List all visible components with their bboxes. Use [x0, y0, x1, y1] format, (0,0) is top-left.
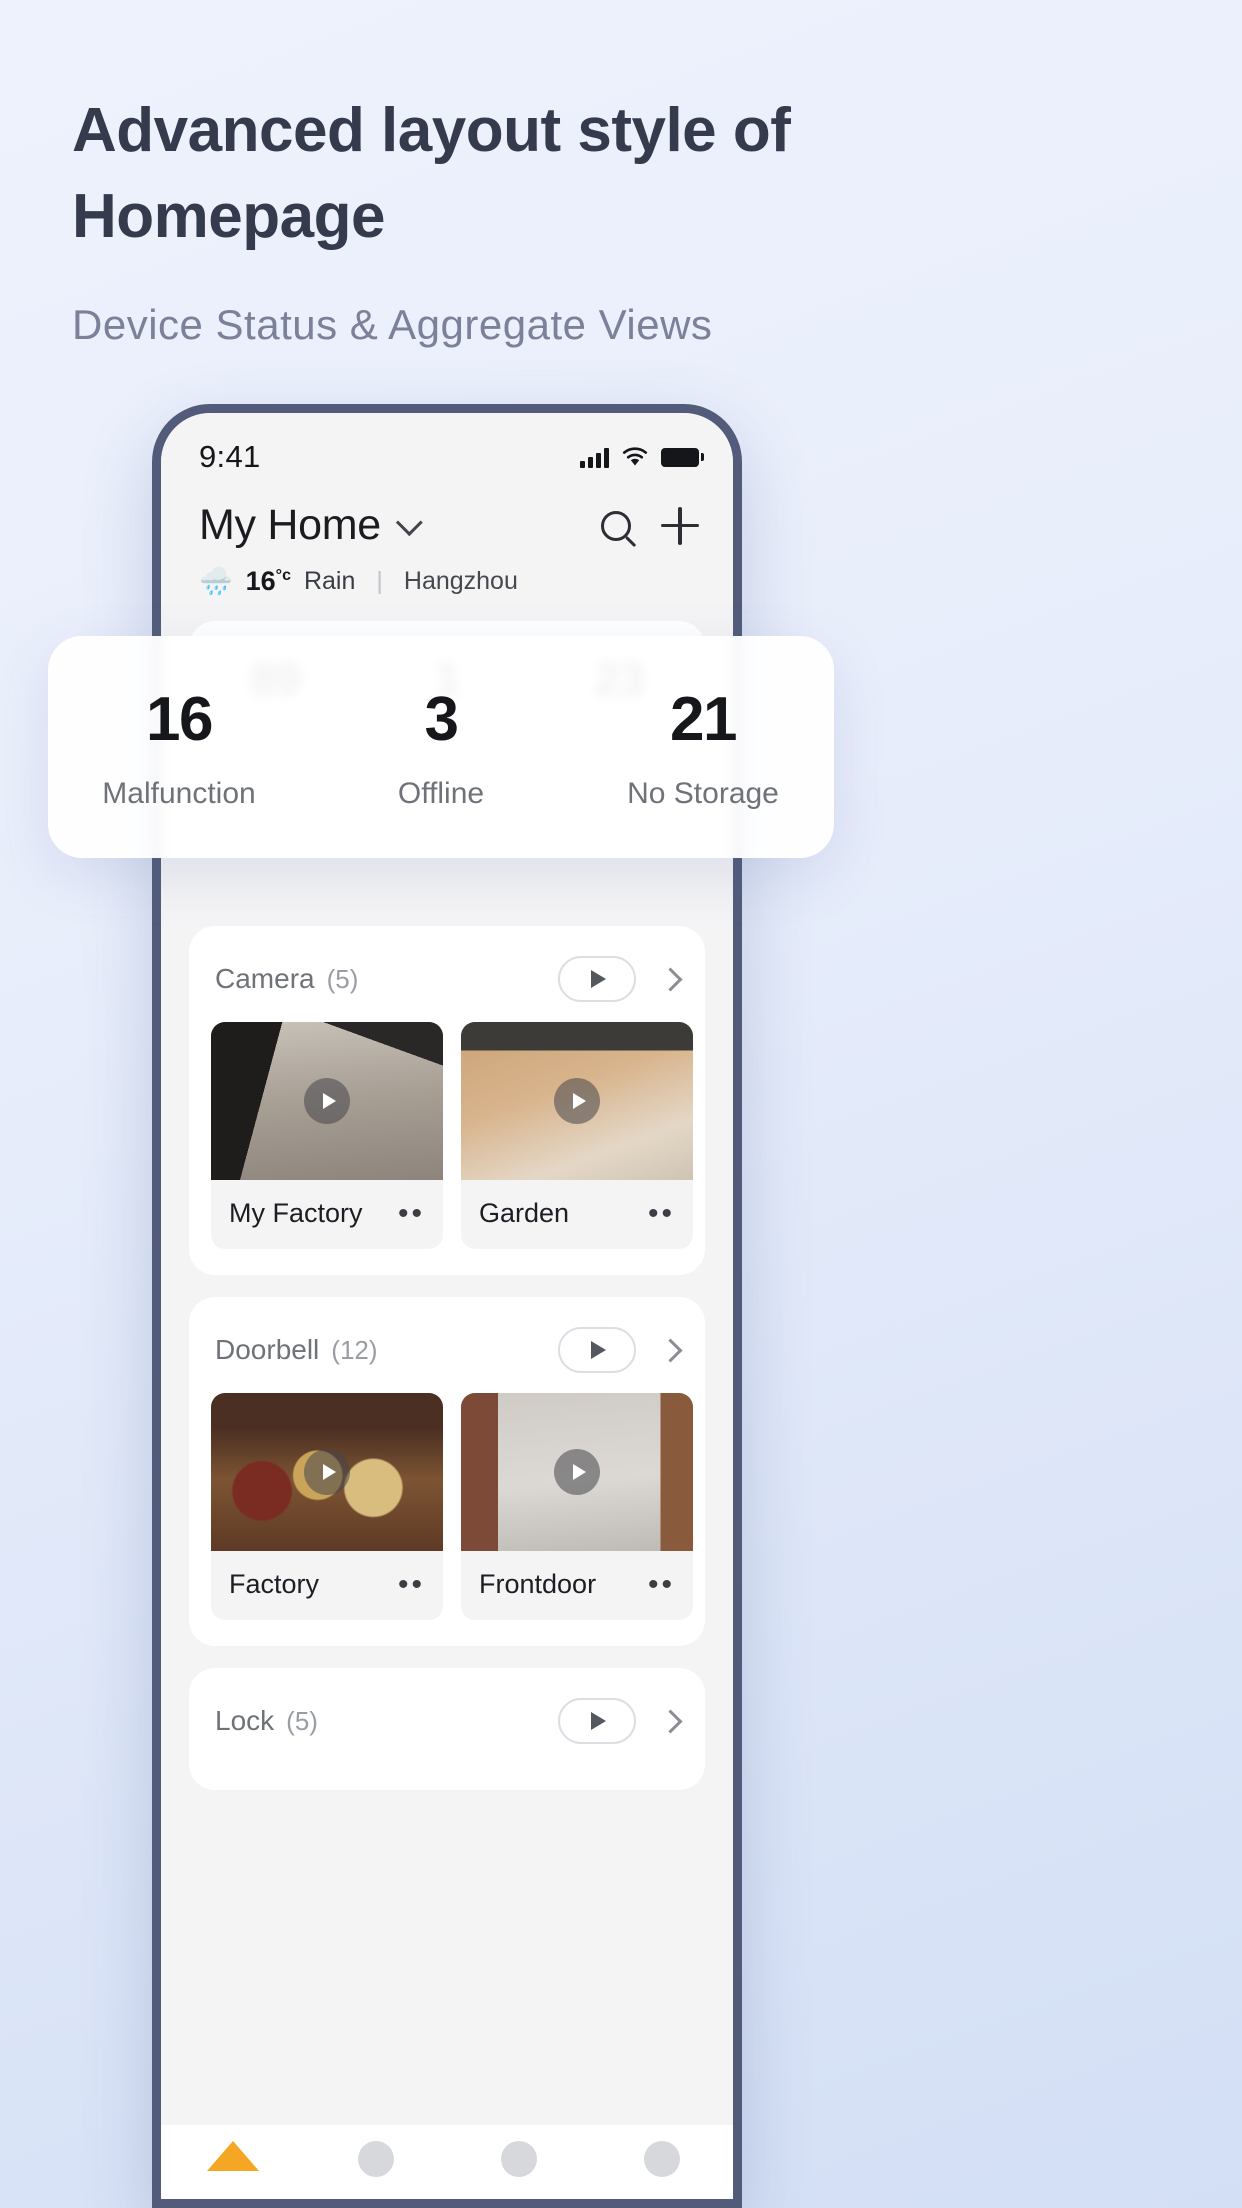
weather-condition: Rain — [303, 567, 356, 595]
summary-label: No Storage — [627, 776, 779, 810]
device-group-doorbell: Doorbell (12) Factory •• Frontdoor •• — [189, 1297, 705, 1646]
camera-thumbnail[interactable] — [211, 1393, 443, 1551]
group-actions — [558, 1327, 683, 1373]
more-dots-icon[interactable]: •• — [648, 1198, 675, 1228]
nav-dot-icon — [357, 2141, 394, 2177]
group-header: Doorbell (12) — [189, 1297, 705, 1393]
chevron-right-icon[interactable] — [658, 966, 683, 992]
search-icon[interactable] — [601, 510, 631, 541]
status-bar: 9:41 — [161, 413, 733, 487]
summary-value: 16 — [146, 684, 213, 754]
group-count: (12) — [331, 1334, 378, 1365]
home-selector[interactable]: My Home — [199, 501, 423, 550]
play-icon[interactable] — [558, 956, 636, 1002]
camera-thumbnail[interactable] — [461, 1022, 693, 1180]
summary-item-no-storage[interactable]: 21 No Storage — [572, 684, 834, 811]
header-actions — [601, 506, 699, 545]
weather-city: Hangzhou — [403, 567, 518, 595]
chevron-down-icon[interactable] — [395, 509, 423, 537]
status-bar-icons — [580, 446, 704, 468]
home-name-label: My Home — [199, 501, 381, 549]
device-tile-list[interactable]: My Factory •• Garden •• C — [189, 1022, 705, 1249]
group-title: Camera — [215, 963, 315, 994]
battery-icon — [661, 447, 704, 467]
more-dots-icon[interactable]: •• — [398, 1198, 425, 1228]
nav-item-4[interactable] — [590, 2141, 733, 2177]
summary-item-offline[interactable]: 3 Offline — [310, 684, 572, 811]
play-icon[interactable] — [554, 1449, 600, 1495]
summary-value: 3 — [424, 684, 459, 754]
group-actions — [558, 1698, 683, 1744]
rain-cloud-moon-icon: 🌧️ — [199, 566, 233, 596]
tile-footer: Frontdoor •• — [461, 1551, 693, 1620]
group-header: Camera (5) — [189, 926, 705, 1022]
chevron-right-icon[interactable] — [658, 1337, 683, 1363]
device-name: Frontdoor — [479, 1569, 597, 1599]
more-dots-icon[interactable]: •• — [648, 1569, 675, 1599]
tile-footer: My Factory •• — [211, 1180, 443, 1249]
group-actions — [558, 956, 683, 1002]
home-icon — [206, 2141, 259, 2171]
device-group-lock: Lock (5) — [189, 1668, 705, 1790]
play-icon[interactable] — [304, 1078, 350, 1124]
nav-item-3[interactable] — [447, 2141, 590, 2177]
status-bar-time: 9:41 — [199, 439, 261, 474]
weather-separator: | — [376, 567, 383, 595]
signal-bars-icon — [580, 447, 609, 468]
page-subtitle: Device Status & Aggregate Views — [72, 301, 713, 349]
weather-unit: °c — [275, 567, 291, 584]
nav-dot-icon — [500, 2141, 537, 2177]
summary-value: 21 — [670, 684, 737, 754]
plus-icon[interactable] — [661, 506, 699, 545]
app-header: My Home — [161, 487, 733, 550]
device-name: Garden — [479, 1198, 570, 1228]
group-count: (5) — [326, 963, 359, 994]
status-summary-overlay: 16 Malfunction 3 Offline 21 No Storage — [48, 636, 834, 858]
device-tile-list[interactable]: Factory •• Frontdoor •• — [189, 1393, 705, 1620]
summary-label: Offline — [397, 776, 485, 810]
nav-item-home[interactable] — [161, 2141, 304, 2171]
camera-thumbnail[interactable] — [461, 1393, 693, 1551]
group-title: Lock — [215, 1705, 275, 1736]
tile-footer: Garden •• — [461, 1180, 693, 1249]
page-title: Advanced layout style of Homepage — [72, 96, 791, 251]
tile-footer: Factory •• — [211, 1551, 443, 1620]
camera-thumbnail[interactable] — [211, 1022, 443, 1180]
nav-item-2[interactable] — [304, 2141, 447, 2177]
weather-temperature: 16°c — [245, 566, 291, 596]
summary-label: Malfunction — [102, 776, 256, 810]
device-tile[interactable]: My Factory •• — [211, 1022, 443, 1249]
chevron-right-icon[interactable] — [658, 1708, 683, 1734]
play-icon[interactable] — [558, 1698, 636, 1744]
group-header: Lock (5) — [189, 1668, 705, 1764]
device-tile[interactable]: Garden •• — [461, 1022, 693, 1249]
device-tile[interactable]: Factory •• — [211, 1393, 443, 1620]
group-title: Doorbell — [215, 1334, 320, 1365]
weather-bar[interactable]: 🌧️ 16°c Rain | Hangzhou — [161, 550, 733, 597]
device-group-camera: Camera (5) My Factory •• Garden •• — [189, 926, 705, 1275]
bottom-nav — [161, 2125, 733, 2199]
play-icon[interactable] — [304, 1449, 350, 1495]
wifi-icon — [622, 447, 648, 466]
more-dots-icon[interactable]: •• — [398, 1569, 425, 1599]
device-tile[interactable]: Frontdoor •• — [461, 1393, 693, 1620]
nav-dot-icon — [643, 2141, 680, 2177]
device-name: My Factory — [229, 1198, 363, 1228]
summary-item-malfunction[interactable]: 16 Malfunction — [48, 684, 310, 811]
play-icon[interactable] — [554, 1078, 600, 1124]
play-icon[interactable] — [558, 1327, 636, 1373]
group-count: (5) — [286, 1705, 318, 1736]
promo-header: Advanced layout style of Homepage Device… — [72, 88, 912, 349]
device-name: Factory — [229, 1569, 320, 1599]
